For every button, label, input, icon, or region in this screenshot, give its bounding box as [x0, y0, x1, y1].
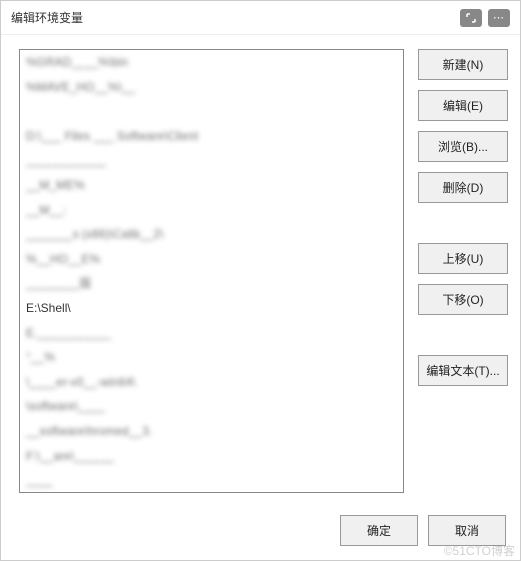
cancel-button[interactable]: 取消: [428, 515, 506, 546]
ok-button[interactable]: 确定: [340, 515, 418, 546]
main-area: %GRAD____%\bin%MAVE_HO__%\__ D:\___ File…: [1, 35, 520, 501]
list-item[interactable]: E:\Shell\: [20, 296, 403, 321]
title-bar: 编辑环境变量 ⋯: [1, 1, 520, 35]
list-item[interactable]: __M__:: [20, 198, 403, 223]
list-item[interactable]: \software\____: [20, 394, 403, 419]
path-list[interactable]: %GRAD____%\bin%MAVE_HO__%\__ D:\___ File…: [19, 49, 404, 493]
list-item[interactable]: ____: [20, 468, 403, 493]
list-item[interactable]: ________版: [20, 271, 403, 296]
browse-button[interactable]: 浏览(B)...: [418, 131, 508, 162]
delete-button[interactable]: 删除(D): [418, 172, 508, 203]
edit-button[interactable]: 编辑(E): [418, 90, 508, 121]
list-item[interactable]: °__%: [20, 345, 403, 370]
list-item[interactable]: __software\hromed__3.: [20, 419, 403, 444]
footer: 确定 取消: [1, 501, 520, 560]
list-item[interactable]: %GRAD____%\bin: [20, 50, 403, 75]
list-item[interactable]: D:\___ Files ___ Software\Client: [20, 124, 403, 149]
expand-icon[interactable]: [460, 9, 482, 27]
movedown-button[interactable]: 下移(O): [418, 284, 508, 315]
list-item[interactable]: E.___________: [20, 321, 403, 346]
edittext-button[interactable]: 编辑文本(T)...: [418, 355, 508, 386]
list-item[interactable]: \____er-v0__-win64\: [20, 370, 403, 395]
new-button[interactable]: 新建(N): [418, 49, 508, 80]
side-buttons: 新建(N) 编辑(E) 浏览(B)... 删除(D) 上移(U) 下移(O) 编…: [418, 49, 508, 501]
dialog-title: 编辑环境变量: [11, 9, 83, 26]
list-item[interactable]: F:\__are\______: [20, 444, 403, 469]
list-item[interactable]: ____________: [20, 148, 403, 173]
env-var-dialog: 编辑环境变量 ⋯ %GRAD____%\bin%MAVE_HO__%\__ D:…: [0, 0, 521, 561]
list-item[interactable]: %MAVE_HO__%\__: [20, 75, 403, 100]
list-item[interactable]: __M_ME%: [20, 173, 403, 198]
moveup-button[interactable]: 上移(U): [418, 243, 508, 274]
title-bar-controls: ⋯: [460, 9, 510, 27]
list-item[interactable]: _______s (x86)\Calib__2\: [20, 222, 403, 247]
list-item[interactable]: %__HO__E%: [20, 247, 403, 272]
more-icon[interactable]: ⋯: [488, 9, 510, 27]
list-item[interactable]: [20, 99, 403, 124]
